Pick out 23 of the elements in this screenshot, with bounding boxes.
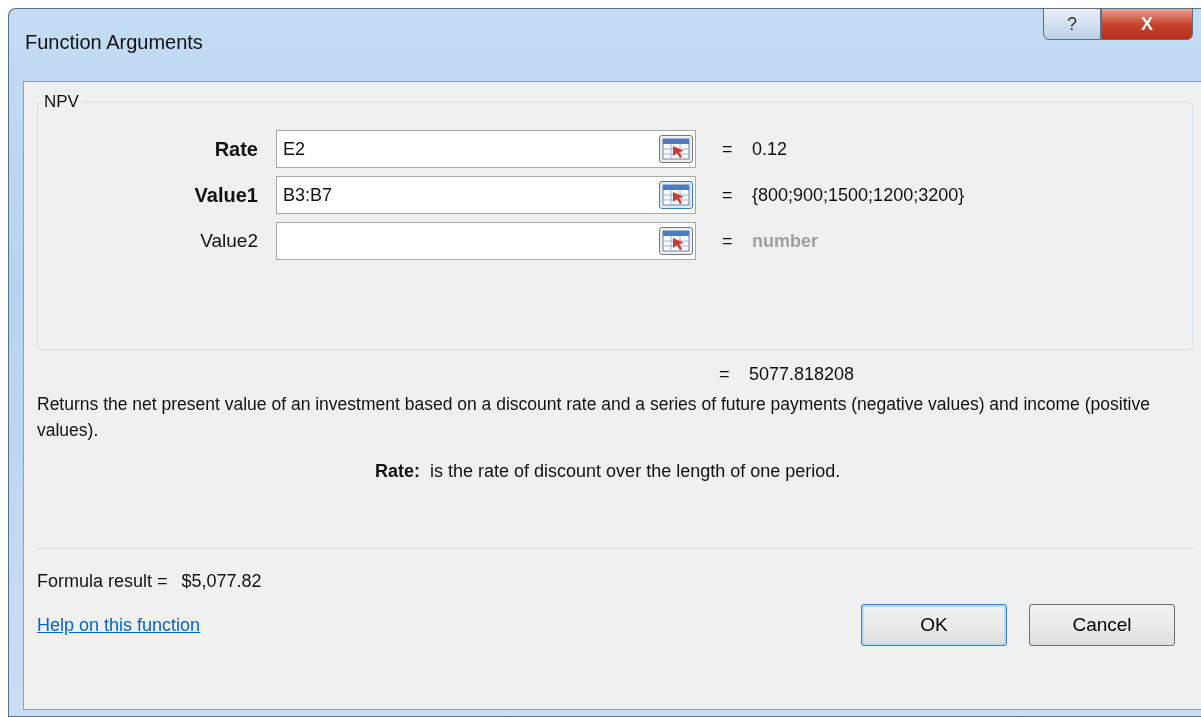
function-description: Returns the net present value of an investment based on a discount rate and a series of future payments (negative values) and income (positive values). bbox=[37, 393, 1151, 442]
ok-button[interactable]: OK bbox=[861, 604, 1007, 646]
function-result: 5077.818208 bbox=[749, 364, 855, 385]
equals-sign: = bbox=[722, 138, 734, 160]
close-button[interactable]: X bbox=[1101, 8, 1193, 40]
cancel-button[interactable]: Cancel bbox=[1029, 604, 1175, 646]
formula-result-value: $5,077.82 bbox=[181, 571, 262, 592]
equals-sign: = bbox=[719, 364, 731, 385]
help-link[interactable]: Help on this function bbox=[37, 614, 201, 636]
argument-help-label: Rate: bbox=[375, 461, 420, 482]
formula-result-label: Formula result = bbox=[37, 571, 168, 592]
argument-result: 0.12 bbox=[752, 138, 788, 160]
window-title: Function Arguments bbox=[25, 31, 203, 54]
argument-label: Value1 bbox=[193, 183, 259, 207]
help-button[interactable]: ? bbox=[1043, 8, 1101, 40]
argument-label: Value2 bbox=[199, 230, 259, 252]
argument-label: Rate bbox=[213, 137, 259, 161]
argument-help-text: is the rate of discount over the length of one period. bbox=[430, 461, 841, 482]
equals-sign: = bbox=[722, 184, 734, 206]
equals-sign: = bbox=[722, 230, 734, 252]
argument-result: {800;900;1500;1200;3200} bbox=[752, 184, 965, 206]
argument-result: number bbox=[752, 230, 818, 252]
group-title: NPV bbox=[43, 92, 80, 112]
